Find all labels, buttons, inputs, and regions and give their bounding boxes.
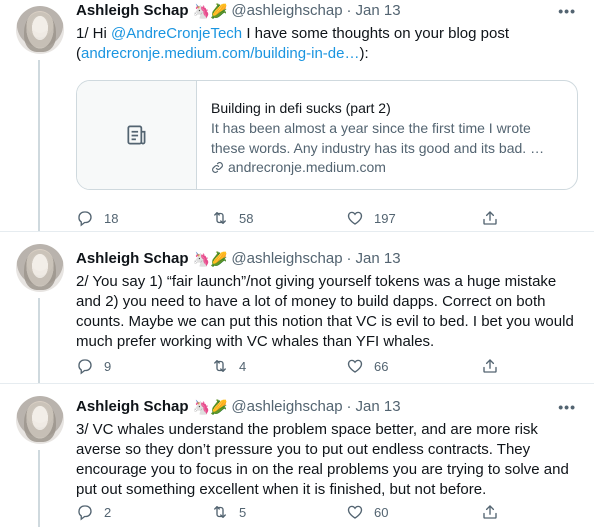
author-name[interactable]: Ashleigh Schap	[76, 1, 189, 21]
more-icon[interactable]: •••	[558, 3, 576, 19]
avatar[interactable]	[16, 396, 64, 444]
name-emoji: 🦄🌽	[192, 399, 228, 415]
share-icon	[483, 211, 497, 225]
reply-icon	[78, 505, 92, 521]
url-link[interactable]: andrecronje.medium.com/building-in-de…	[81, 45, 359, 62]
retweet-icon	[214, 360, 226, 372]
card-domain: andrecronje.medium.com	[211, 158, 565, 177]
reply-icon	[78, 211, 92, 227]
author-name[interactable]: Ashleigh Schap	[76, 249, 189, 269]
name-emoji: 🦄🌽	[192, 3, 228, 19]
card-title: Building in defi sucks (part 2)	[211, 100, 391, 116]
separator-dot: ·	[346, 398, 352, 415]
mention-link[interactable]: @AndreCronjeTech	[111, 25, 242, 42]
reply-button[interactable]: 18	[76, 209, 211, 227]
tweet-text: 1/ Hi @AndreCronjeTech I have some thoug…	[76, 24, 578, 64]
share-icon	[483, 505, 497, 519]
reply-count: 9	[104, 358, 112, 374]
tweet-text: 3/ VC whales understand the problem spac…	[76, 421, 569, 498]
author-handle[interactable]: @ashleighschap	[231, 1, 342, 21]
thread-line	[38, 60, 40, 232]
reply-button[interactable]: 9	[76, 357, 211, 375]
tweet-actions: 18 58 197	[76, 208, 516, 228]
retweet-button[interactable]: 4	[211, 357, 346, 375]
retweet-icon	[214, 506, 226, 518]
retweet-icon	[214, 212, 226, 224]
author-handle[interactable]: @ashleighschap	[231, 249, 342, 269]
like-icon	[347, 211, 363, 225]
text-suffix: ):	[359, 45, 369, 62]
like-count: 197	[374, 210, 396, 226]
tweet[interactable]: Ashleigh Schap 🦄🌽 @ashleighschap · Jan 1…	[0, 384, 594, 527]
like-button[interactable]: 60	[346, 503, 481, 521]
author-handle[interactable]: @ashleighschap	[231, 397, 342, 417]
tweet-date[interactable]: Jan 13	[356, 397, 401, 417]
like-button[interactable]: 197	[346, 209, 481, 227]
more-icon[interactable]: •••	[558, 399, 576, 415]
like-icon	[347, 505, 363, 519]
tweet[interactable]: Ashleigh Schap 🦄🌽 @ashleighschap · Jan 1…	[0, 232, 594, 384]
tweet-date[interactable]: Jan 13	[356, 1, 401, 21]
retweet-button[interactable]: 58	[211, 209, 346, 227]
reply-button[interactable]: 2	[76, 503, 211, 521]
tweet-header: Ashleigh Schap 🦄🌽 @ashleighschap · Jan 1…	[76, 248, 578, 270]
author-name[interactable]: Ashleigh Schap	[76, 397, 189, 417]
avatar[interactable]	[16, 244, 64, 292]
retweet-count: 4	[239, 358, 247, 374]
thread-line	[38, 298, 40, 384]
link-icon	[212, 162, 223, 173]
card-description: It has been almost a year since the firs…	[211, 120, 545, 156]
retweet-button[interactable]: 5	[211, 503, 346, 521]
name-emoji: 🦄🌽	[192, 251, 228, 267]
share-button[interactable]	[481, 503, 509, 521]
tweet-header: Ashleigh Schap 🦄🌽 @ashleighschap · Jan 1…	[76, 0, 578, 22]
share-button[interactable]	[481, 357, 509, 375]
tweet-actions: 9 4 66	[76, 356, 516, 376]
share-icon	[483, 359, 497, 373]
tweet-header: Ashleigh Schap 🦄🌽 @ashleighschap · Jan 1…	[76, 396, 578, 418]
link-preview-card[interactable]: Building in defi sucks (part 2) It has b…	[76, 80, 578, 190]
tweet-date[interactable]: Jan 13	[356, 249, 401, 269]
separator-dot: ·	[346, 250, 352, 267]
tweet-text: 2/ You say 1) “fair launch”/not giving y…	[76, 273, 574, 350]
like-count: 60	[374, 504, 389, 520]
tweet-actions: 2 5 60	[76, 502, 516, 522]
like-button[interactable]: 66	[346, 357, 481, 375]
separator-dot: ·	[346, 2, 352, 19]
reply-icon	[78, 359, 92, 375]
reply-count: 18	[104, 210, 119, 226]
text-prefix: 1/ Hi	[76, 25, 112, 42]
card-domain-text: andrecronje.medium.com	[228, 159, 386, 175]
thread-line	[38, 450, 40, 527]
retweet-count: 58	[239, 210, 254, 226]
share-button[interactable]	[481, 209, 509, 227]
article-icon	[126, 125, 145, 145]
tweet[interactable]: Ashleigh Schap 🦄🌽 @ashleighschap · Jan 1…	[0, 0, 594, 232]
avatar[interactable]	[16, 6, 64, 54]
card-thumbnail	[77, 81, 197, 189]
like-icon	[347, 359, 363, 373]
reply-count: 2	[104, 504, 112, 520]
like-count: 66	[374, 358, 389, 374]
retweet-count: 5	[239, 504, 247, 520]
